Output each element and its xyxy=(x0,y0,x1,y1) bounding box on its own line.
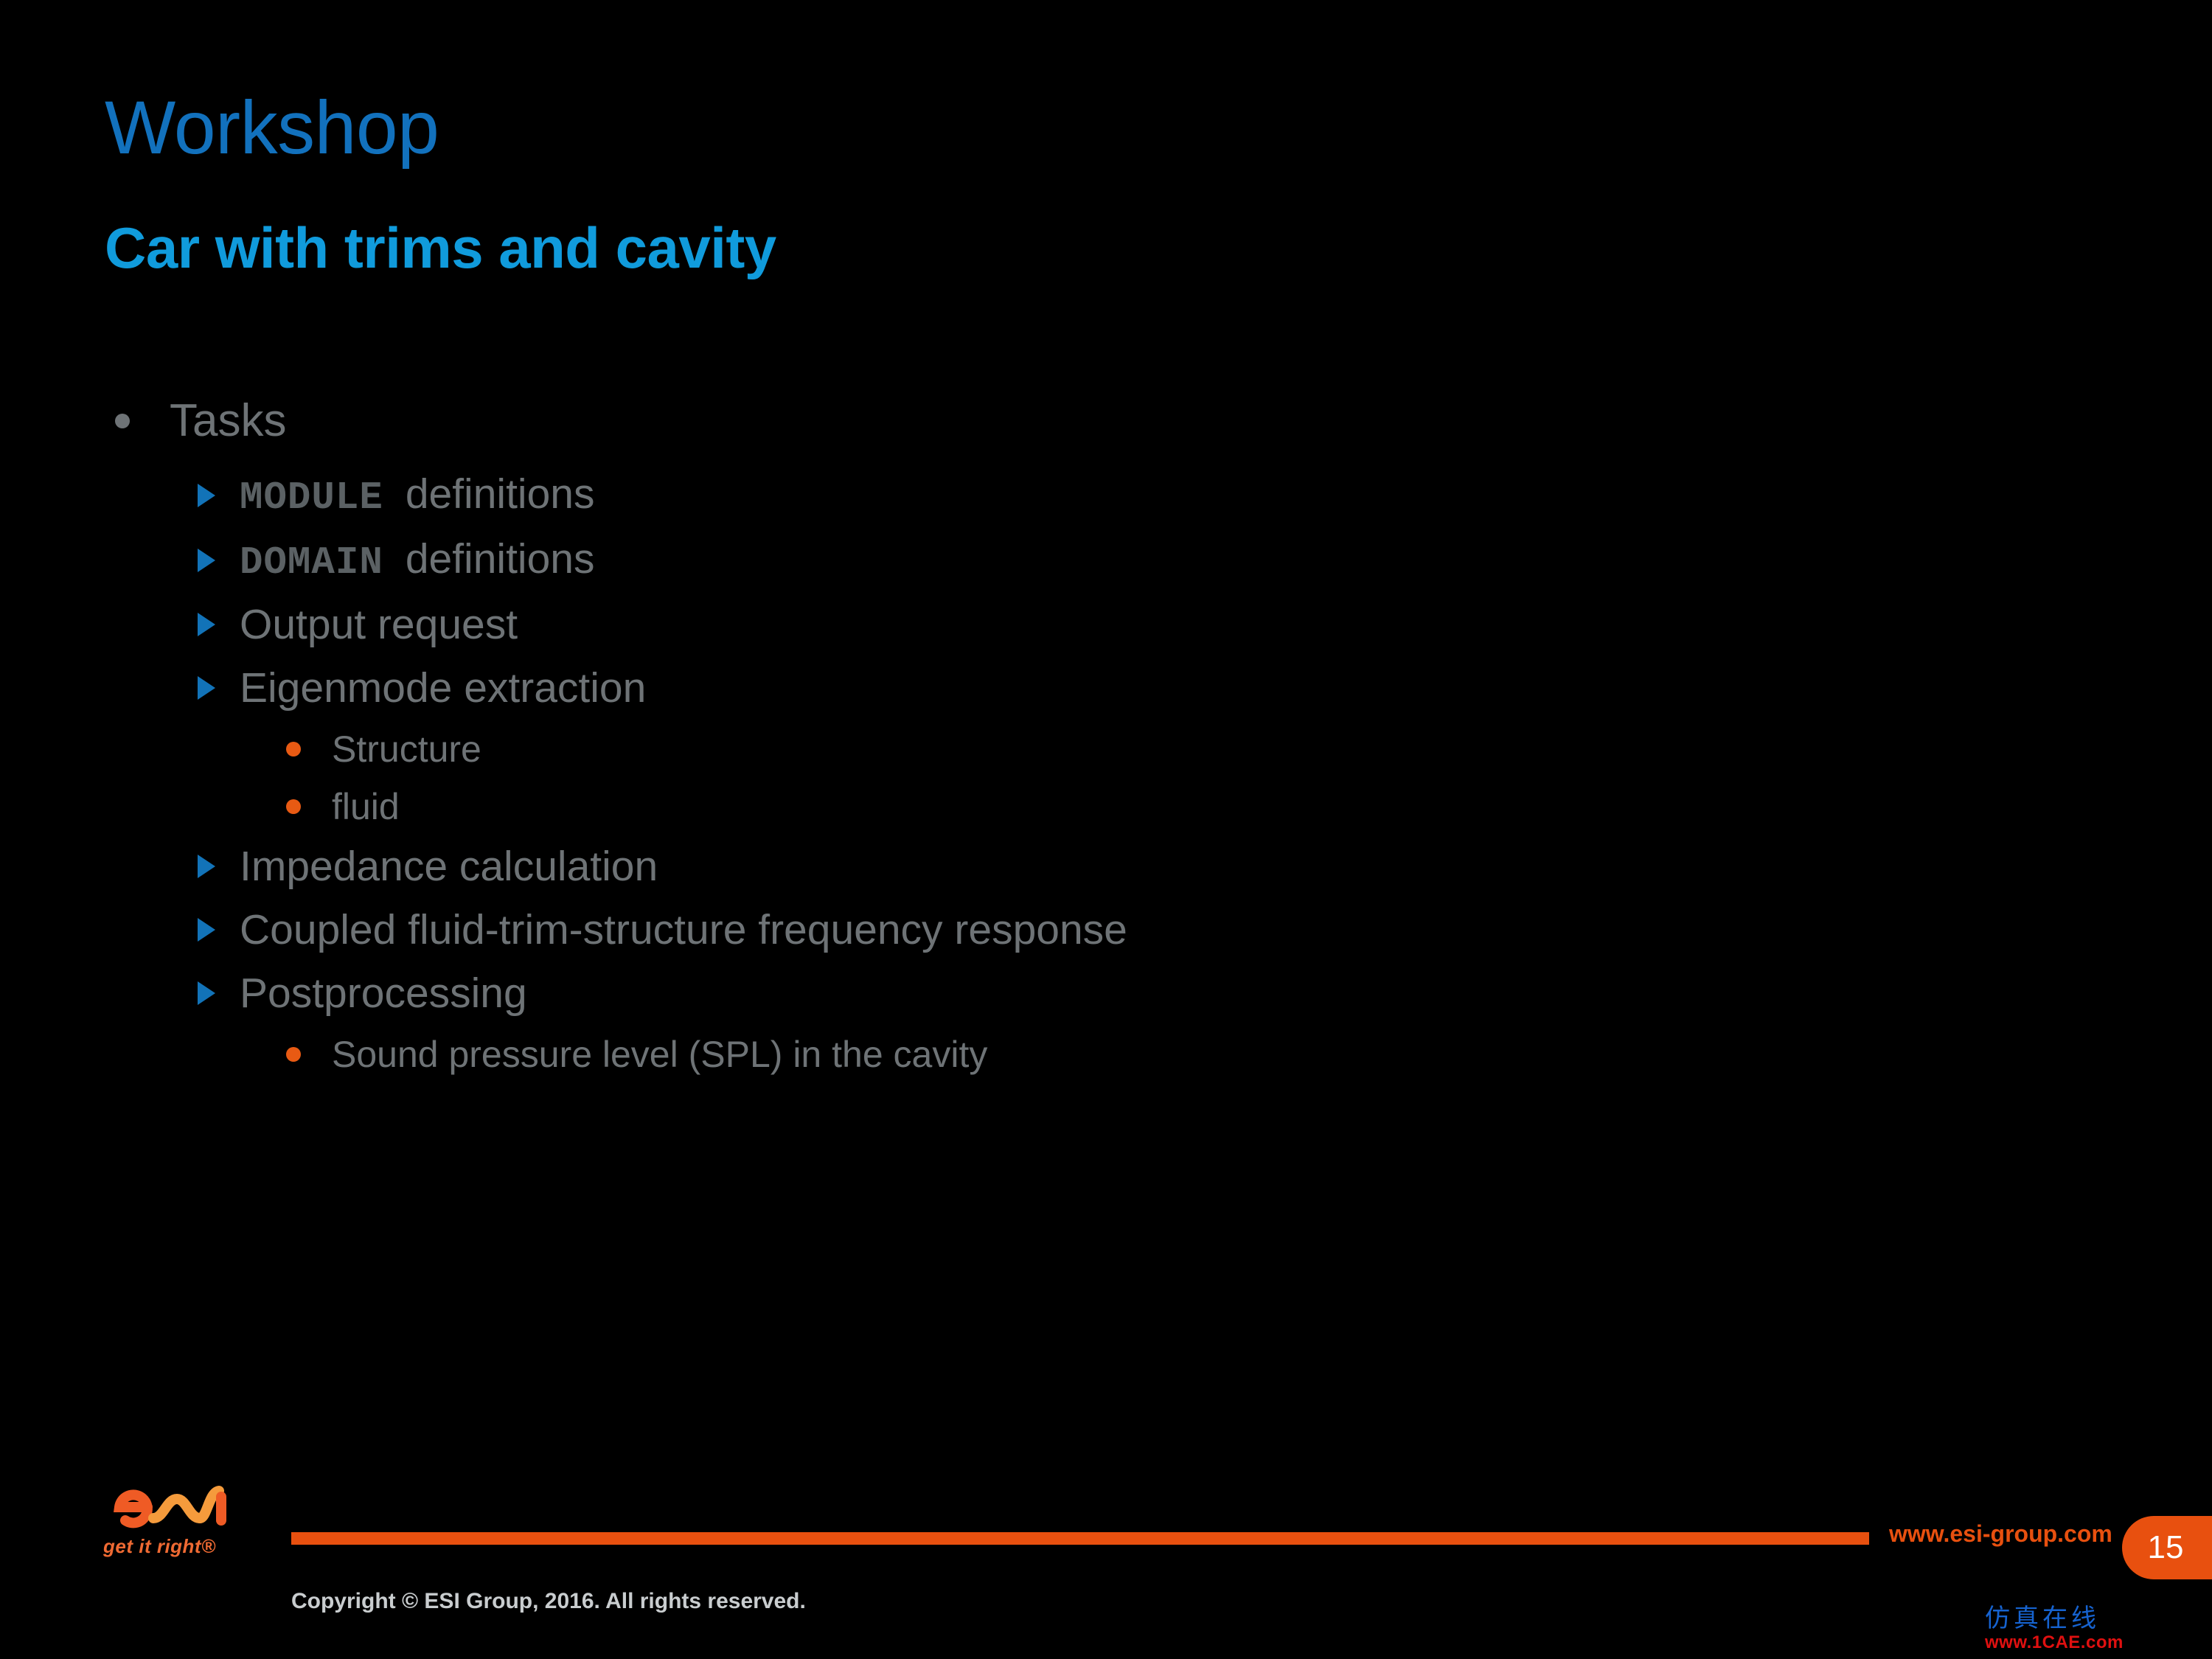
esi-logo: get it right® xyxy=(103,1475,273,1574)
page-title: Workshop xyxy=(105,86,439,170)
list-item-tasks: Tasks xyxy=(88,398,1858,444)
page-number: 15 xyxy=(2147,1529,2184,1565)
list-item-label: Structure xyxy=(332,728,481,770)
list-item-code: DOMAIN xyxy=(240,540,383,585)
esi-logo-tagline: get it right® xyxy=(103,1535,216,1557)
blue-triangle-bullet-icon xyxy=(198,918,215,942)
list-item: MODULE definitions xyxy=(88,473,1858,517)
copyright-text: Copyright © ESI Group, 2016. All rights … xyxy=(291,1589,806,1613)
list-item: fluid xyxy=(88,788,1858,825)
list-item: DOMAIN definitions xyxy=(88,538,1858,582)
blue-triangle-bullet-icon xyxy=(198,981,215,1006)
watermark-chinese: 仿真在线 xyxy=(1985,1604,2100,1633)
list-item-label: Output request xyxy=(240,600,518,648)
blue-triangle-bullet-icon xyxy=(198,483,215,507)
slide-canvas: Workshop Car with trims and cavity Tasks… xyxy=(0,0,2212,1659)
list-item: Coupled fluid-trim-structure frequency r… xyxy=(88,905,1858,953)
blue-triangle-bullet-icon xyxy=(198,676,215,700)
list-item: Output request xyxy=(88,600,1858,648)
list-item-label: Tasks xyxy=(170,395,287,446)
list-item: Sound pressure level (SPL) in the cavity xyxy=(88,1036,1858,1073)
footer-divider xyxy=(291,1532,1869,1545)
page-subtitle: Car with trims and cavity xyxy=(105,215,776,280)
list-item-label: definitions xyxy=(405,535,595,583)
orange-dot-bullet-icon xyxy=(286,1046,301,1062)
orange-dot-bullet-icon xyxy=(286,741,301,757)
tasks-list: Tasks MODULE definitions DOMAIN definition… xyxy=(88,398,1858,1093)
list-item: Eigenmode extraction xyxy=(88,667,1858,709)
orange-dot-bullet-icon xyxy=(286,799,301,814)
list-item: Impedance calculation xyxy=(88,842,1858,890)
gray-dot-bullet-icon xyxy=(115,414,130,428)
list-item-label: fluid xyxy=(332,785,400,827)
list-item-label: Coupled fluid-trim-structure frequency r… xyxy=(240,905,1127,953)
esi-logo-mark xyxy=(114,1486,226,1528)
list-item-label: definitions xyxy=(405,470,595,518)
page-number-badge: 15 xyxy=(2122,1516,2212,1579)
list-item-label: Postprocessing xyxy=(240,969,527,1017)
list-item-label: Impedance calculation xyxy=(240,842,658,890)
list-item-label: Eigenmode extraction xyxy=(240,664,647,712)
list-item-label: Sound pressure level (SPL) in the cavity xyxy=(332,1033,988,1075)
list-item: Structure xyxy=(88,731,1858,768)
blue-triangle-bullet-icon xyxy=(198,549,215,573)
footer-url[interactable]: www.esi-group.com xyxy=(1889,1520,2112,1548)
watermark: 仿真在线 www.1CAE.com xyxy=(1985,1606,2206,1652)
watermark-url: www.1CAE.com xyxy=(1985,1632,2124,1652)
blue-triangle-bullet-icon xyxy=(198,613,215,637)
list-item: Postprocessing xyxy=(88,969,1858,1017)
list-item-code: MODULE xyxy=(240,476,383,520)
blue-triangle-bullet-icon xyxy=(198,855,215,879)
